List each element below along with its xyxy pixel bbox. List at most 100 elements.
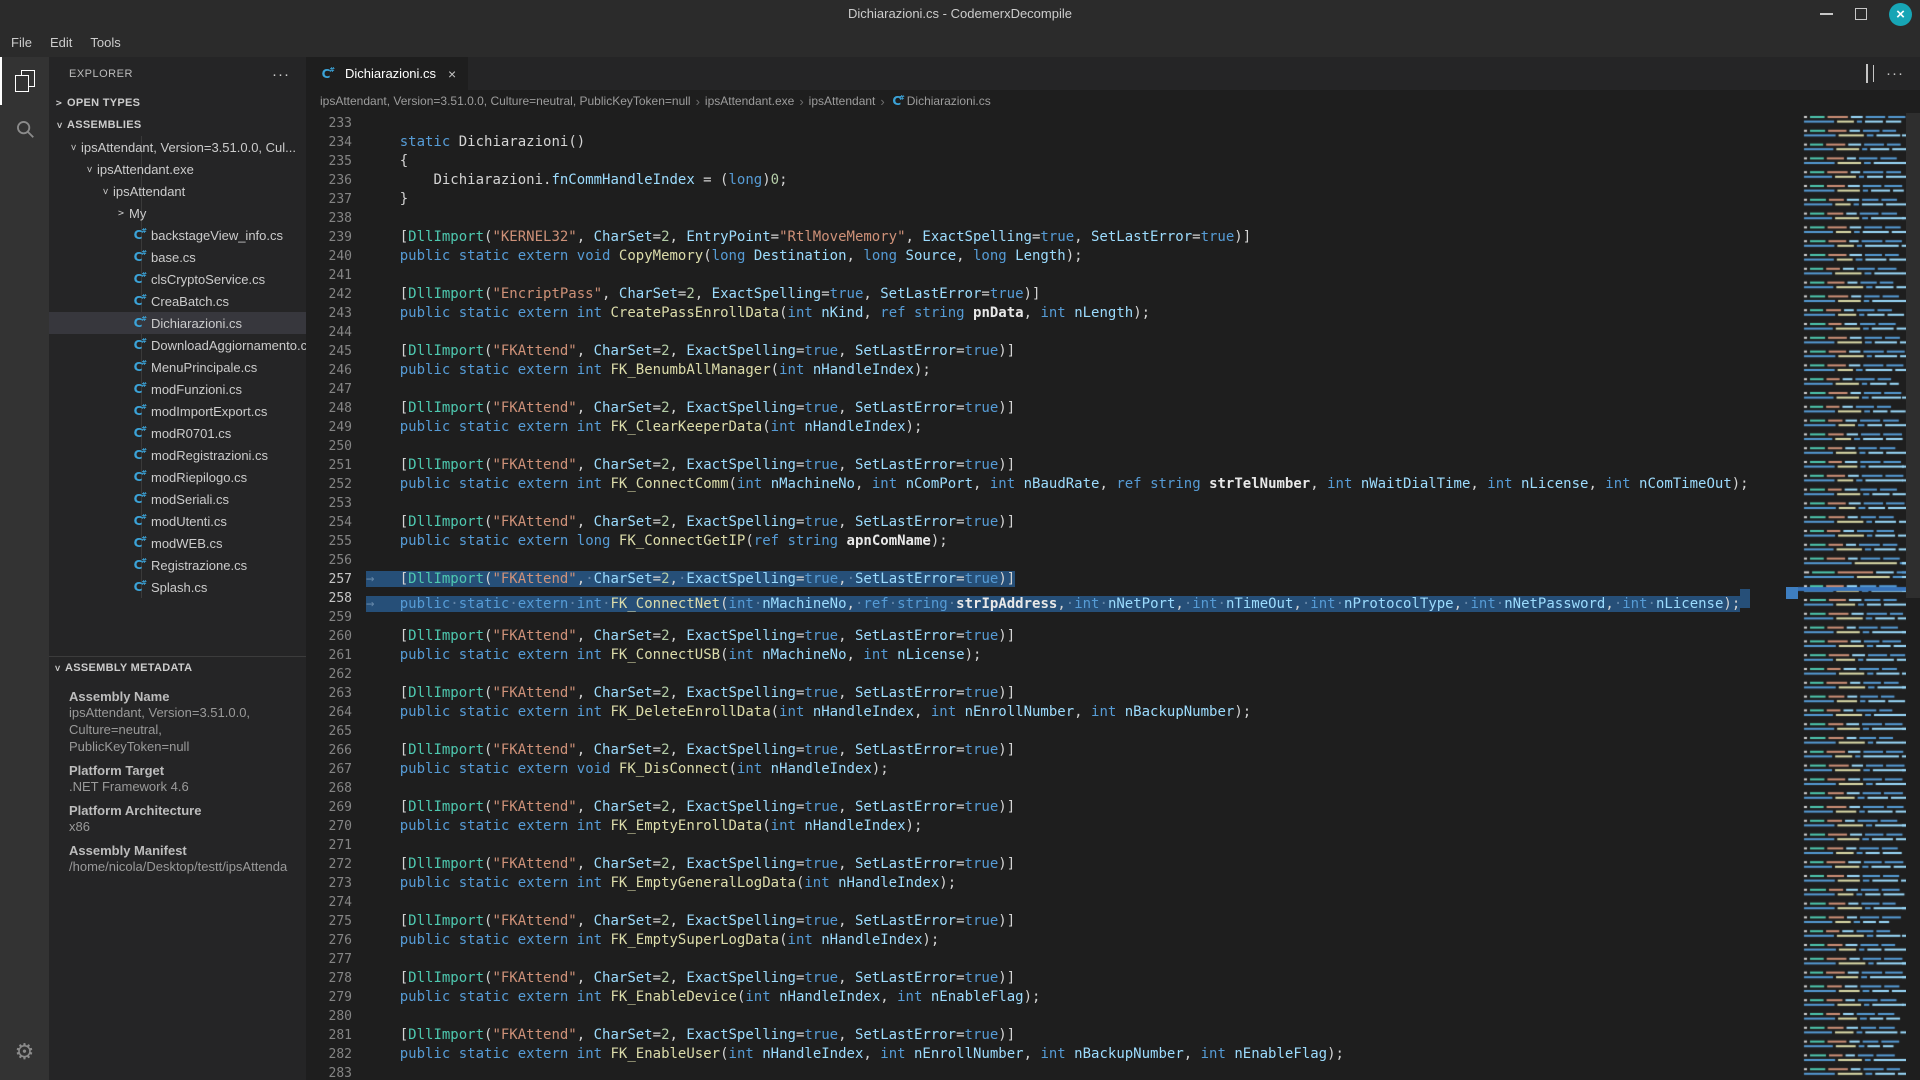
search-activity-button[interactable] [0, 105, 49, 153]
tree-item-modfunzioni-cs[interactable]: C # modFunzioni.cs [49, 378, 306, 400]
code-line[interactable]: 254 [DllImport("FKAttend", CharSet=2, Ex… [306, 513, 1798, 532]
explorer-activity-button[interactable] [0, 57, 49, 105]
settings-button[interactable]: ⚙ [0, 1032, 49, 1072]
code-line[interactable]: 242 [DllImport("EncriptPass", CharSet=2,… [306, 285, 1798, 304]
tree-item-modriepilogo-cs[interactable]: C # modRiepilogo.cs [49, 466, 306, 488]
tab-close-icon[interactable]: × [448, 66, 456, 82]
tree-item-modseriali-cs[interactable]: C # modSeriali.cs [49, 488, 306, 510]
code-line[interactable]: 243 public static extern int CreatePassE… [306, 304, 1798, 323]
code-line[interactable]: 253 [306, 494, 1798, 513]
code-line[interactable]: 250 [306, 437, 1798, 456]
tree-item-downloadaggiornamento-cs[interactable]: C # DownloadAggiornamento.cs [49, 334, 306, 356]
code-line[interactable]: 276 public static extern int FK_EmptySup… [306, 931, 1798, 950]
tree-item-ipsattendant-version-3-51-0-0-cul-[interactable]: > ipsAttendant, Version=3.51.0.0, Cul... [49, 136, 306, 158]
code-line[interactable]: 282 public static extern int FK_EnableUs… [306, 1045, 1798, 1064]
code-line[interactable]: 245 [DllImport("FKAttend", CharSet=2, Ex… [306, 342, 1798, 361]
code-line[interactable]: 247 [306, 380, 1798, 399]
code-line[interactable]: 241 [306, 266, 1798, 285]
restore-button[interactable] [1855, 5, 1870, 20]
code-line[interactable]: 278 [DllImport("FKAttend", CharSet=2, Ex… [306, 969, 1798, 988]
code-line[interactable]: 257 → [DllImport("FKAttend",·CharSet=2,·E… [306, 570, 1798, 589]
scrollbar-slider[interactable] [1906, 113, 1920, 598]
code-line[interactable]: 279 public static extern int FK_EnableDe… [306, 988, 1798, 1007]
line-number: 244 [328, 325, 352, 340]
code-line[interactable]: 271 [306, 836, 1798, 855]
section-open-types[interactable]: > OPEN TYPES [49, 92, 306, 114]
tree-item-splash-cs[interactable]: C # Splash.cs [49, 576, 306, 598]
code-line[interactable]: 252 public static extern int FK_ConnectC… [306, 475, 1798, 494]
code-line[interactable]: 239 [DllImport("KERNEL32", CharSet=2, En… [306, 228, 1798, 247]
code-line[interactable]: 265 [306, 722, 1798, 741]
code-line[interactable]: 275 [DllImport("FKAttend", CharSet=2, Ex… [306, 912, 1798, 931]
code-line[interactable]: 234 static Dichiarazioni() [306, 133, 1798, 152]
split-editor-button[interactable] [1866, 63, 1868, 83]
breadcrumb-item[interactable]: ipsAttendant, Version=3.51.0.0, Culture=… [320, 94, 691, 108]
code-line[interactable]: 264 public static extern int FK_DeleteEn… [306, 703, 1798, 722]
editor-more-actions-icon[interactable]: ··· [1886, 65, 1904, 82]
code-line[interactable]: 251 [DllImport("FKAttend", CharSet=2, Ex… [306, 456, 1798, 475]
breadcrumb-item[interactable]: Dichiarazioni.cs [907, 94, 991, 108]
code-line[interactable]: 244 [306, 323, 1798, 342]
breadcrumb-item[interactable]: ipsAttendant.exe [705, 94, 794, 108]
tree-item-menuprincipale-cs[interactable]: C # MenuPrincipale.cs [49, 356, 306, 378]
code-line[interactable]: 263 [DllImport("FKAttend", CharSet=2, Ex… [306, 684, 1798, 703]
code-line[interactable]: 249 public static extern int FK_ClearKee… [306, 418, 1798, 437]
breadcrumb-item[interactable]: ipsAttendant [809, 94, 876, 108]
minimize-button[interactable] [1820, 13, 1833, 15]
tab-dichiarazioni[interactable]: C # Dichiarazioni.cs × [306, 57, 469, 90]
code-line[interactable]: 246 public static extern int FK_BenumbAl… [306, 361, 1798, 380]
code-line[interactable]: 269 [DllImport("FKAttend", CharSet=2, Ex… [306, 798, 1798, 817]
code-line[interactable]: 235 { [306, 152, 1798, 171]
code-line[interactable]: 266 [DllImport("FKAttend", CharSet=2, Ex… [306, 741, 1798, 760]
metadata-label: Assembly Manifest [69, 843, 187, 858]
tree-item-modimportexport-cs[interactable]: C # modImportExport.cs [49, 400, 306, 422]
code-line[interactable]: 240 public static extern void CopyMemory… [306, 247, 1798, 266]
code-line[interactable]: 233 [306, 114, 1798, 133]
code-line[interactable]: 261 public static extern int FK_ConnectU… [306, 646, 1798, 665]
csharp-file-icon: C # [133, 403, 147, 418]
csharp-file-icon: C # [133, 469, 147, 484]
tree-item-modweb-cs[interactable]: C # modWEB.cs [49, 532, 306, 554]
code-line[interactable]: 237 } [306, 190, 1798, 209]
tree-item-label: modRegistrazioni.cs [151, 447, 269, 463]
tree-item-modr0701-cs[interactable]: C # modR0701.cs [49, 422, 306, 444]
code-line[interactable]: 272 [DllImport("FKAttend", CharSet=2, Ex… [306, 855, 1798, 874]
tree-item-modregistrazioni-cs[interactable]: C # modRegistrazioni.cs [49, 444, 306, 466]
code-line[interactable]: 238 [306, 209, 1798, 228]
section-assemblies[interactable]: > ASSEMBLIES [49, 114, 306, 136]
tree-item-my[interactable]: > My [49, 202, 306, 224]
code-line[interactable]: 236 Dichiarazioni.fnCommHandleIndex = (l… [306, 171, 1798, 190]
code-line[interactable]: 283 [306, 1064, 1798, 1080]
tree-item-clscryptoservice-cs[interactable]: C # clsCryptoService.cs [49, 268, 306, 290]
tree-item-creabatch-cs[interactable]: C # CreaBatch.cs [49, 290, 306, 312]
code-line[interactable]: 274 [306, 893, 1798, 912]
close-button[interactable]: × [1889, 2, 1912, 26]
tree-item-base-cs[interactable]: C # base.cs [49, 246, 306, 268]
code-line[interactable]: 270 public static extern int FK_EmptyEnr… [306, 817, 1798, 836]
code-line[interactable]: 273 public static extern int FK_EmptyGen… [306, 874, 1798, 893]
vertical-scrollbar[interactable] [1906, 112, 1920, 1080]
explorer-more-actions-icon[interactable]: ··· [272, 57, 290, 92]
code-line[interactable]: 256 [306, 551, 1798, 570]
menu-item-tools[interactable]: Tools [81, 28, 129, 57]
assembly-metadata-header[interactable]: > ASSEMBLY METADATA [49, 657, 306, 679]
code-line[interactable]: 260 [DllImport("FKAttend", CharSet=2, Ex… [306, 627, 1798, 646]
tree-item-registrazione-cs[interactable]: C # Registrazione.cs [49, 554, 306, 576]
tree-item-backstageview-info-cs[interactable]: C # backstageView_info.cs [49, 224, 306, 246]
menu-item-edit[interactable]: Edit [41, 28, 81, 57]
code-line[interactable]: 262 [306, 665, 1798, 684]
code-line[interactable]: 267 public static extern void FK_DisConn… [306, 760, 1798, 779]
code-line[interactable]: 268 [306, 779, 1798, 798]
code-line[interactable]: 248 [DllImport("FKAttend", CharSet=2, Ex… [306, 399, 1798, 418]
tree-item-ipsattendant-exe[interactable]: > ipsAttendant.exe [49, 158, 306, 180]
menu-item-file[interactable]: File [2, 28, 41, 57]
tree-item-modutenti-cs[interactable]: C # modUtenti.cs [49, 510, 306, 532]
code-line[interactable]: 277 [306, 950, 1798, 969]
code-line[interactable]: 280 [306, 1007, 1798, 1026]
minimap[interactable] [1798, 113, 1906, 1079]
code-line[interactable]: 281 [DllImport("FKAttend", CharSet=2, Ex… [306, 1026, 1798, 1045]
tree-item-dichiarazioni-cs[interactable]: C # Dichiarazioni.cs [49, 312, 306, 334]
code-line[interactable]: 258 → public·static·extern·int·FK_Connect… [306, 589, 1798, 612]
code-line[interactable]: 255 public static extern long FK_Connect… [306, 532, 1798, 551]
tree-item-ipsattendant[interactable]: > ipsAttendant [49, 180, 306, 202]
